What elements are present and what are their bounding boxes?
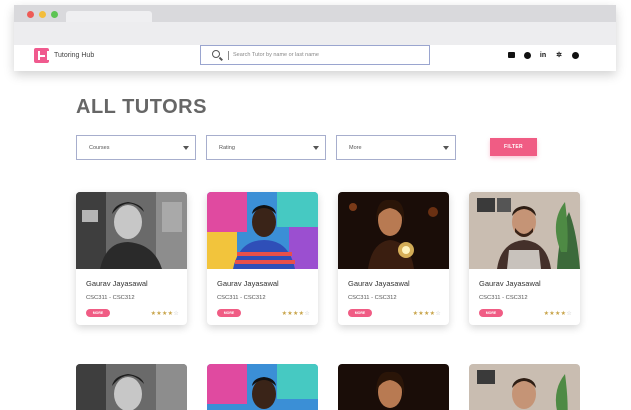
stars-filled: ★★★★ [281,310,305,317]
caret-down-icon [443,146,449,150]
tutor-card-photo-partial[interactable] [76,364,187,410]
search-icon[interactable] [212,50,220,58]
tutor-courses: CSC311 - CSC312 [348,295,397,301]
navbar: Tutoring Hub in ✲ [14,45,616,71]
more-button[interactable]: MORE [479,309,503,317]
tutor-courses: CSC311 - CSC312 [86,295,135,301]
rating-select-label: Rating [219,145,235,151]
caret-down-icon [313,146,319,150]
star-rating: ★★★★☆ [413,310,441,317]
tutor-card[interactable]: Gaurav Jayasawal CSC311 - CSC312 MORE ★★… [338,192,449,325]
stars-filled: ★★★★ [543,310,567,317]
browser-titlebar [14,5,616,22]
tutor-card[interactable]: Gaurav Jayasawal CSC311 - CSC312 MORE ★★… [76,192,187,325]
tutor-photo [76,192,187,269]
tutor-courses: CSC311 - CSC312 [479,295,528,301]
spotify-icon[interactable] [571,52,579,60]
github-icon[interactable] [523,52,531,60]
page: Tutoring Hub in ✲ ALL TUTORS Courses Rat… [0,0,631,410]
caret-down-icon [183,146,189,150]
courses-select-label: Courses [89,145,110,151]
stars-empty: ☆ [566,310,572,317]
tutor-name: Gaurav Jayasawal [479,279,541,288]
stars-filled: ★★★★ [150,310,174,317]
tutor-photo [338,192,449,269]
tutor-courses: CSC311 - CSC312 [217,295,266,301]
tutor-card-photo-partial[interactable] [207,364,318,410]
courses-select[interactable]: Courses [76,135,196,160]
tutor-card[interactable]: Gaurav Jayasawal CSC311 - CSC312 MORE ★★… [207,192,318,325]
tutor-card[interactable]: Gaurav Jayasawal CSC311 - CSC312 MORE ★★… [469,192,580,325]
tutor-photo [469,192,580,269]
tutor-photo [207,192,318,269]
more-button[interactable]: MORE [348,309,372,317]
star-rating: ★★★★☆ [151,310,179,317]
search-box [200,45,430,65]
maximize-dot-icon[interactable] [51,11,58,18]
mail-icon[interactable] [507,52,515,60]
search-input[interactable] [233,48,423,62]
browser-tab[interactable] [66,11,152,22]
stars-empty: ☆ [173,310,179,317]
browser-toolbar [14,22,616,45]
linkedin-icon[interactable]: in [539,52,547,60]
rating-select[interactable]: Rating [206,135,326,160]
tutor-name: Gaurav Jayasawal [217,279,279,288]
more-select[interactable]: More [336,135,456,160]
tutor-card-photo-partial[interactable] [469,364,580,410]
brand-name[interactable]: Tutoring Hub [54,52,94,59]
logo-icon[interactable] [34,48,49,63]
tutor-card-photo-partial[interactable] [338,364,449,410]
page-title: ALL TUTORS [76,96,207,118]
dribbble-icon[interactable]: ✲ [555,52,563,60]
stars-filled: ★★★★ [412,310,436,317]
tutor-name: Gaurav Jayasawal [348,279,410,288]
stars-empty: ☆ [304,310,310,317]
filter-button[interactable]: FILTER [490,138,537,156]
close-dot-icon[interactable] [27,11,34,18]
stars-empty: ☆ [435,310,441,317]
more-button[interactable]: MORE [86,309,110,317]
more-button[interactable]: MORE [217,309,241,317]
tutor-name: Gaurav Jayasawal [86,279,148,288]
more-select-label: More [349,145,362,151]
star-rating: ★★★★☆ [282,310,310,317]
star-rating: ★★★★☆ [544,310,572,317]
browser-window: Tutoring Hub in ✲ [14,5,616,71]
minimize-dot-icon[interactable] [39,11,46,18]
search-divider [228,51,229,60]
